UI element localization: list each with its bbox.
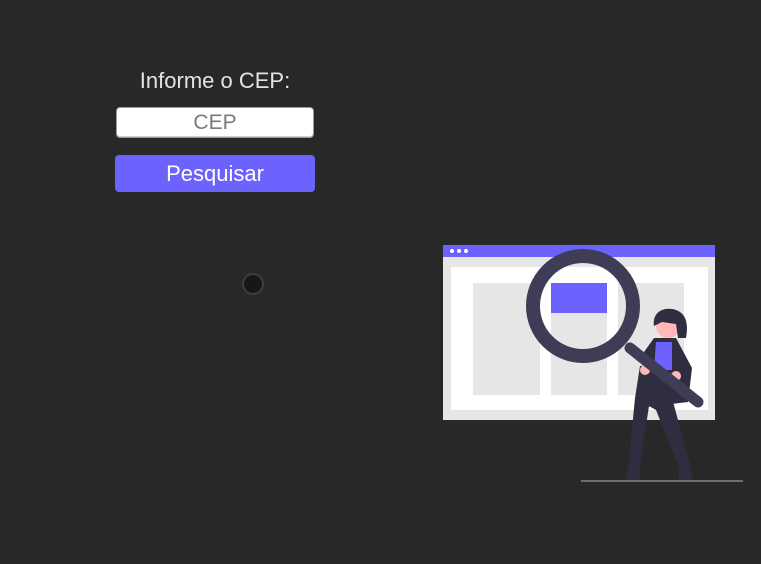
cep-label: Informe o CEP: (139, 68, 291, 93)
cep-search-page: Informe o CEP: Pesquisar (0, 0, 761, 564)
cep-input[interactable] (116, 107, 314, 138)
cep-form: Informe o CEP: Pesquisar (115, 66, 315, 192)
search-button[interactable]: Pesquisar (115, 155, 315, 192)
loading-indicator (242, 273, 264, 295)
search-illustration (443, 245, 743, 482)
